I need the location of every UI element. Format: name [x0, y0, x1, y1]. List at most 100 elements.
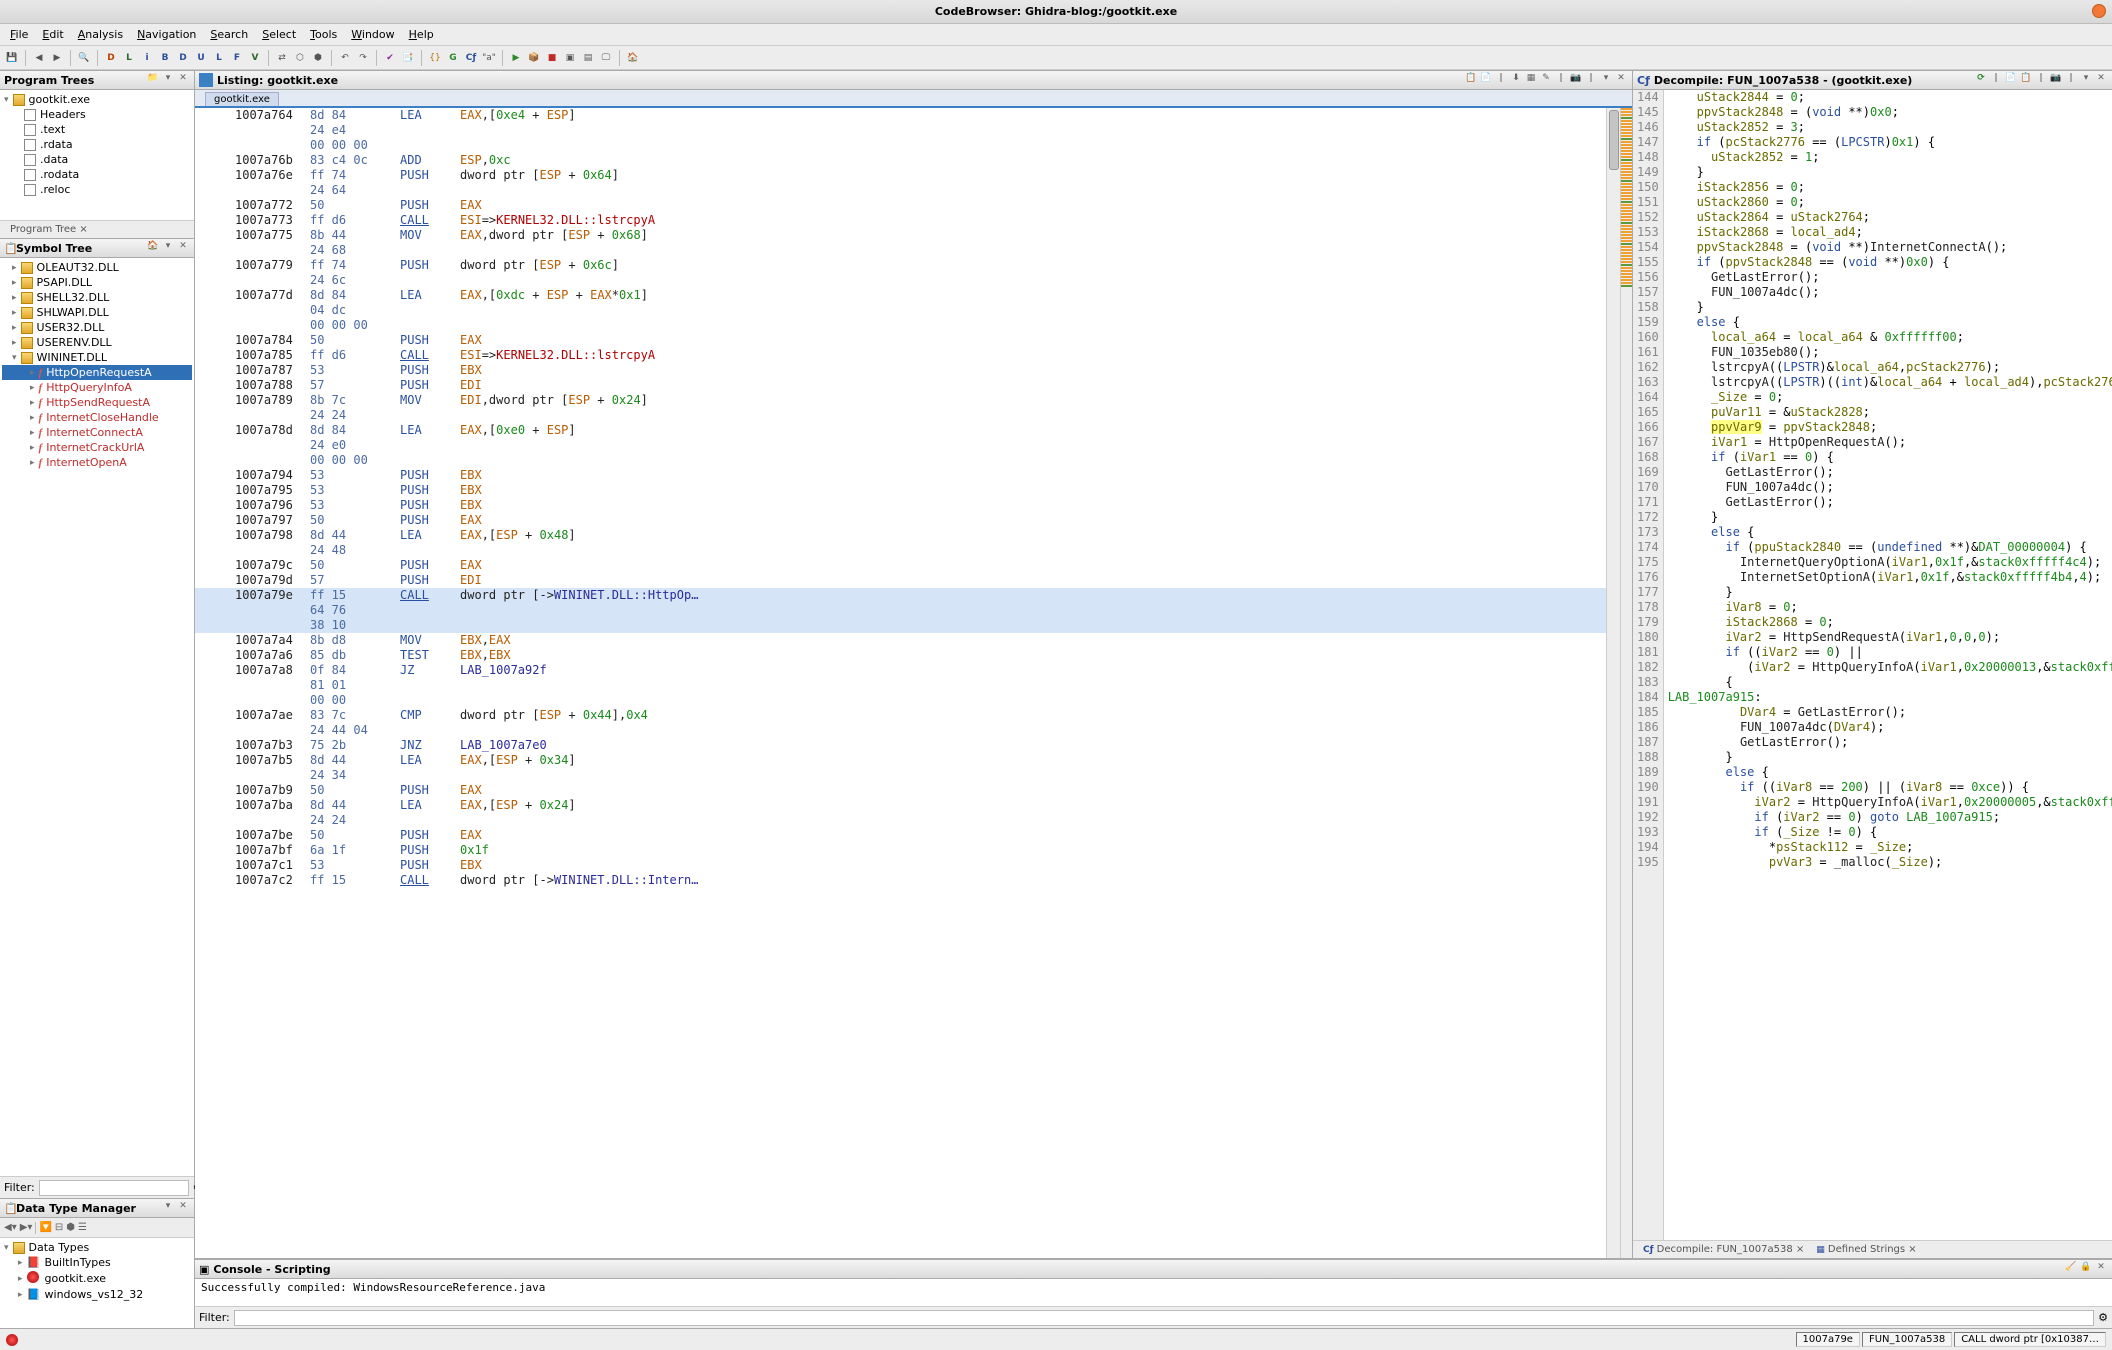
- snapshot-icon[interactable]: 📷: [2049, 73, 2063, 87]
- list-icon[interactable]: ☰: [78, 1222, 87, 1233]
- listing-scrollbar[interactable]: [1606, 108, 1620, 1258]
- brace-icon[interactable]: {}: [427, 50, 443, 66]
- close-icon[interactable]: ✕: [2094, 1262, 2108, 1276]
- filter-icon[interactable]: 🔽: [39, 1222, 51, 1233]
- tree-icon[interactable]: ⬢: [310, 50, 326, 66]
- f-icon[interactable]: F: [229, 50, 245, 66]
- menu-icon[interactable]: ▾: [1599, 73, 1613, 87]
- symbol-dll-item[interactable]: ▾WININET.DLL: [2, 350, 192, 365]
- screen-icon[interactable]: 🖵: [598, 50, 614, 66]
- listing-row[interactable]: 1007a7bf6a 1fPUSH0x1f: [195, 843, 1606, 858]
- fwd-icon[interactable]: ▶▾: [20, 1222, 33, 1233]
- collapse-icon[interactable]: ▾: [161, 73, 175, 87]
- menu-window[interactable]: Window: [345, 26, 400, 43]
- listing-row[interactable]: 1007a7a48b d8MOVEBX,EAX: [195, 633, 1606, 648]
- v-icon[interactable]: V: [247, 50, 263, 66]
- decompile-tab[interactable]: ▦ Defined Strings ×: [1810, 1243, 1922, 1256]
- listing-row[interactable]: 1007a78d8d 84LEAEAX,[0xe0 + ESP]: [195, 423, 1606, 438]
- listing-row[interactable]: 1007a7a80f 84JZLAB_1007a92f: [195, 663, 1606, 678]
- listing-row[interactable]: 1007a79eff 15CALLdword ptr [->WININET.DL…: [195, 588, 1606, 603]
- menu-search[interactable]: Search: [204, 26, 254, 43]
- close-icon[interactable]: ✕: [1614, 73, 1628, 87]
- listing-row[interactable]: 24 e0: [195, 438, 1606, 453]
- pkg-icon[interactable]: 📦: [526, 50, 542, 66]
- home-icon[interactable]: 🏠: [625, 50, 641, 66]
- listing-row[interactable]: 24 6c: [195, 273, 1606, 288]
- dtm-root[interactable]: ▾ Data Types: [2, 1240, 192, 1255]
- listing-row[interactable]: 00 00: [195, 693, 1606, 708]
- run-icon[interactable]: ▶: [508, 50, 524, 66]
- refresh-icon[interactable]: ⟳: [1974, 73, 1988, 87]
- listing-row[interactable]: 24 e4: [195, 123, 1606, 138]
- symbol-func-item[interactable]: ▸fHttpOpenRequestA: [2, 365, 192, 380]
- listing-tab[interactable]: gootkit.exe: [205, 92, 279, 106]
- export-icon[interactable]: 📄: [2004, 73, 2018, 87]
- check-icon[interactable]: ✔: [382, 50, 398, 66]
- close-icon[interactable]: ✕: [176, 241, 190, 255]
- edit-icon[interactable]: ✎: [1539, 73, 1553, 87]
- types-icon[interactable]: ⬢: [66, 1222, 75, 1233]
- symbol-dll-item[interactable]: ▸USERENV.DLL: [2, 335, 192, 350]
- listing-row[interactable]: 24 64: [195, 183, 1606, 198]
- symbol-func-item[interactable]: ▸fInternetConnectA: [2, 425, 192, 440]
- menu-icon[interactable]: ▾: [161, 1201, 175, 1215]
- listing-row[interactable]: 00 00 00: [195, 318, 1606, 333]
- bookmark-icon[interactable]: 📑: [400, 50, 416, 66]
- cf-icon[interactable]: Cƒ: [463, 50, 479, 66]
- listing-row[interactable]: 1007a76b83 c4 0cADDESP,0xc: [195, 153, 1606, 168]
- listing-row[interactable]: 1007a7c2ff 15CALLdword ptr [->WININET.DL…: [195, 873, 1606, 888]
- listing-row[interactable]: 1007a785ff d6CALLESI=>KERNEL32.DLL::lstr…: [195, 348, 1606, 363]
- folder-icon[interactable]: 📁: [146, 73, 160, 87]
- back-icon[interactable]: ◀▾: [4, 1222, 17, 1233]
- zoom-icon[interactable]: 🔍: [76, 50, 92, 66]
- close-icon[interactable]: ✕: [176, 73, 190, 87]
- menu-navigation[interactable]: Navigation: [131, 26, 202, 43]
- symbol-func-item[interactable]: ▸fHttpQueryInfoA: [2, 380, 192, 395]
- dtm-item[interactable]: ▸📘windows_vs12_32: [2, 1287, 192, 1302]
- term2-icon[interactable]: ▤: [580, 50, 596, 66]
- listing-row[interactable]: 1007a7be50PUSHEAX: [195, 828, 1606, 843]
- symbol-dll-item[interactable]: ▸USER32.DLL: [2, 320, 192, 335]
- listing-row[interactable]: 24 24: [195, 408, 1606, 423]
- listing-row[interactable]: 1007a7b58d 44LEAEAX,[ESP + 0x34]: [195, 753, 1606, 768]
- menu-select[interactable]: Select: [256, 26, 302, 43]
- lock-icon[interactable]: 🔒: [2079, 1262, 2093, 1276]
- listing-row[interactable]: 1007a77250PUSHEAX: [195, 198, 1606, 213]
- listing-row[interactable]: 64 76: [195, 603, 1606, 618]
- listing-row[interactable]: 1007a7a685 dbTESTEBX,EBX: [195, 648, 1606, 663]
- listing-row[interactable]: 1007a78753PUSHEBX: [195, 363, 1606, 378]
- b-icon[interactable]: B: [157, 50, 173, 66]
- symbol-func-item[interactable]: ▸fInternetCloseHandle: [2, 410, 192, 425]
- listing-row[interactable]: 1007a7ae83 7cCMPdword ptr [ESP + 0x44],0…: [195, 708, 1606, 723]
- listing-row[interactable]: 00 00 00: [195, 453, 1606, 468]
- paste-icon[interactable]: 📄: [1479, 73, 1493, 87]
- back-icon[interactable]: ◀: [31, 50, 47, 66]
- menu-tools[interactable]: Tools: [304, 26, 343, 43]
- toggle-icon[interactable]: ▦: [1524, 73, 1538, 87]
- listing-row[interactable]: 1007a79750PUSHEAX: [195, 513, 1606, 528]
- stop-icon[interactable]: ■: [544, 50, 560, 66]
- menu-analysis[interactable]: Analysis: [72, 26, 129, 43]
- save-icon[interactable]: 💾: [4, 50, 20, 66]
- copy-icon[interactable]: 📋: [2019, 73, 2033, 87]
- redo-icon[interactable]: ↷: [355, 50, 371, 66]
- d-icon[interactable]: D: [103, 50, 119, 66]
- G-icon[interactable]: G: [445, 50, 461, 66]
- symbol-dll-item[interactable]: ▸PSAPI.DLL: [2, 275, 192, 290]
- listing-row[interactable]: 1007a7648d 84LEAEAX,[0xe4 + ESP]: [195, 108, 1606, 123]
- dtm-item[interactable]: ▸gootkit.exe: [2, 1270, 192, 1287]
- listing-row[interactable]: 81 01: [195, 678, 1606, 693]
- listing-row[interactable]: 1007a78857PUSHEDI: [195, 378, 1606, 393]
- undo-icon[interactable]: ↶: [337, 50, 353, 66]
- listing-marker-strip[interactable]: [1620, 108, 1632, 1258]
- menu-icon[interactable]: ▾: [2079, 73, 2093, 87]
- listing-row[interactable]: 1007a773ff d6CALLESI=>KERNEL32.DLL::lstr…: [195, 213, 1606, 228]
- listing-row[interactable]: 24 44 04: [195, 723, 1606, 738]
- program-tree-tab[interactable]: Program Tree ×: [4, 223, 94, 236]
- symbol-dll-item[interactable]: ▸SHELL32.DLL: [2, 290, 192, 305]
- menu-edit[interactable]: Edit: [36, 26, 69, 43]
- listing-row[interactable]: 1007a79553PUSHEBX: [195, 483, 1606, 498]
- menu-icon[interactable]: ▾: [161, 241, 175, 255]
- dtm-item[interactable]: ▸📕BuiltInTypes: [2, 1255, 192, 1270]
- copy-icon[interactable]: 📋: [1464, 73, 1478, 87]
